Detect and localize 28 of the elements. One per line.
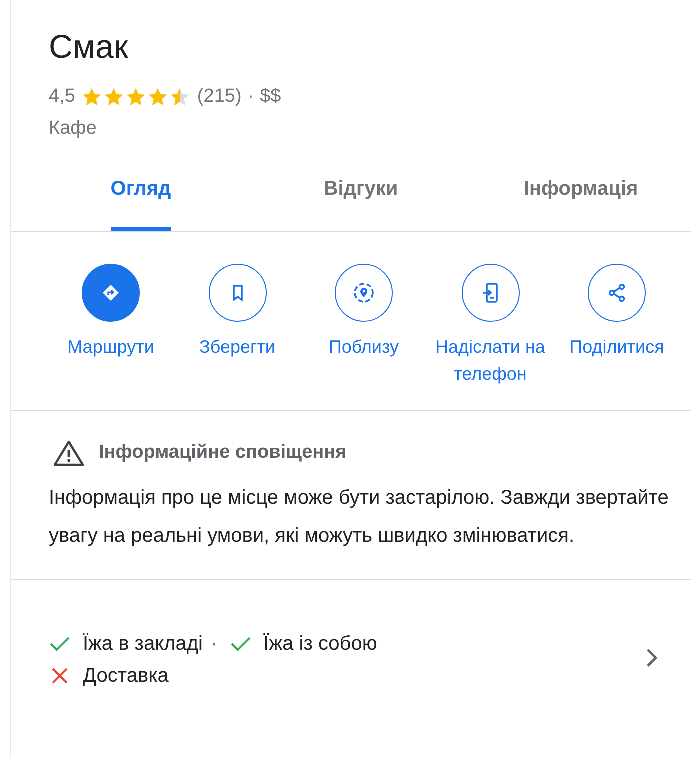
warning-icon [53,439,85,467]
alert-text: Інформація про це місце може бути застарілою. Завжди звертайте увагу на реальні умови, які можуть швидко змінюватися. [49,486,670,549]
alert-title: Інформаційне сповіщення [99,442,347,464]
place-category[interactable]: Кафе [49,118,97,140]
action-label[interactable]: Поблизу [304,334,424,361]
price-level: $$ [260,86,282,108]
service-label: Їжа в закладі [83,632,203,657]
review-count[interactable]: (215) [197,86,242,108]
chevron-right-icon[interactable] [645,646,659,668]
location-pin-icon [352,281,376,305]
tab[interactable]: Огляд [110,166,172,231]
star-icon [125,86,148,108]
separator-dot: · [210,632,218,657]
service-label: Їжа із собою [264,632,378,657]
rating-value: 4,5 [49,86,76,108]
star-icon [103,86,126,108]
service-label: Доставка [83,664,169,689]
star-icon [81,86,104,108]
star-icon [147,86,170,108]
action-label[interactable]: Поділитися [557,334,677,361]
separator-dot: · [248,86,254,108]
place-name: Смак [49,28,128,66]
tab[interactable]: Інформація [524,166,638,231]
action-label[interactable]: Маршрути [51,334,171,361]
action-label[interactable]: Зберегти [178,334,298,361]
star-icon [169,86,192,108]
tab[interactable]: Відгуки [324,166,398,231]
action-label[interactable]: Надіслати на телефон [430,334,550,388]
